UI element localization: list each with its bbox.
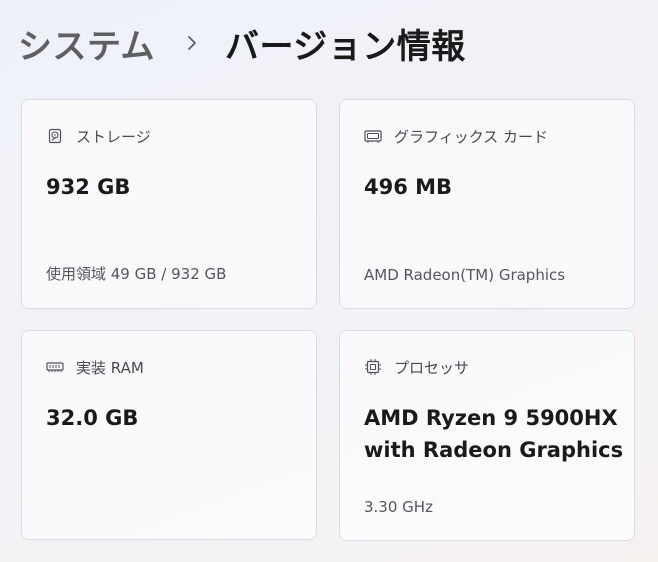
processor-card-title: プロセッサ <box>394 358 470 377</box>
storage-used-detail: 使用領域 49 GB / 932 GB <box>46 265 227 283</box>
graphics-card[interactable]: グラフィックス カード 496 MB AMD Radeon(TM) Graphi… <box>339 99 635 309</box>
graphics-card-icon <box>364 127 382 145</box>
processor-card-header: プロセッサ <box>364 356 469 378</box>
ram-card-title: 実装 RAM <box>76 358 144 377</box>
ram-installed-value: 32.0 GB <box>46 406 139 430</box>
processor-chip-icon <box>364 358 382 376</box>
chevron-right-icon <box>181 32 203 54</box>
processor-speed-detail: 3.30 GHz <box>364 498 433 516</box>
processor-name-line-2: with Radeon Graphics <box>364 438 624 462</box>
storage-card-title: ストレージ <box>76 127 151 146</box>
processor-card[interactable]: プロセッサ AMD Ryzen 9 5900HX with Radeon Gra… <box>339 330 635 541</box>
storage-total-value: 932 GB <box>46 175 131 199</box>
ram-card[interactable]: 実装 RAM 32.0 GB <box>21 330 317 540</box>
page-title: バージョン情報 <box>224 26 466 67</box>
breadcrumb-parent-system[interactable]: システム <box>18 19 155 68</box>
processor-name-value: AMD Ryzen 9 5900HX with Radeon Graphics <box>364 402 624 466</box>
breadcrumb: システム バージョン情報 <box>18 18 466 68</box>
graphics-memory-value: 496 MB <box>364 175 453 199</box>
storage-drive-icon <box>46 127 64 145</box>
memory-icon <box>46 358 64 376</box>
storage-card-header: ストレージ <box>46 125 151 147</box>
graphics-card-title: グラフィックス カード <box>394 127 549 146</box>
graphics-card-header: グラフィックス カード <box>364 125 548 147</box>
ram-card-header: 実装 RAM <box>46 356 144 378</box>
processor-name-line-1: AMD Ryzen 9 5900HX <box>364 406 618 430</box>
graphics-adapter-name: AMD Radeon(TM) Graphics <box>364 266 566 284</box>
storage-card[interactable]: ストレージ 932 GB 使用領域 49 GB / 932 GB <box>21 99 317 309</box>
